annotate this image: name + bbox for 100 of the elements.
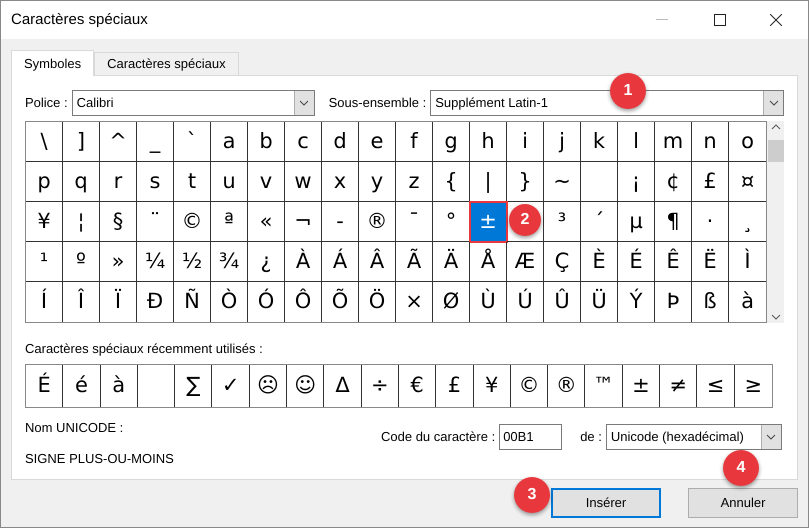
- character-cell[interactable]: i: [507, 122, 544, 162]
- character-cell[interactable]: ·: [692, 202, 729, 242]
- recent-character-cell[interactable]: ÷: [362, 364, 399, 406]
- character-cell[interactable]: É: [618, 242, 655, 282]
- character-cell[interactable]: Í: [26, 282, 63, 322]
- character-cell[interactable]: q: [63, 162, 100, 202]
- character-cell[interactable]: ^: [100, 122, 137, 162]
- character-cell[interactable]: h: [470, 122, 507, 162]
- character-cell[interactable]: j: [544, 122, 581, 162]
- character-cell[interactable]: Ú: [507, 282, 544, 322]
- character-cell[interactable]: ¿: [248, 242, 285, 282]
- scroll-up-icon[interactable]: [770, 124, 780, 130]
- close-icon[interactable]: [770, 14, 782, 26]
- character-cell[interactable]: p: [26, 162, 63, 202]
- character-cell[interactable]: Ï: [100, 282, 137, 322]
- character-cell[interactable]: Â: [359, 242, 396, 282]
- character-cell[interactable]: µ: [618, 202, 655, 242]
- character-cell[interactable]: e: [359, 122, 396, 162]
- character-cell[interactable]: £: [692, 162, 729, 202]
- character-cell[interactable]: \: [26, 122, 63, 162]
- character-cell[interactable]: ]: [63, 122, 100, 162]
- character-cell[interactable]: r: [100, 162, 137, 202]
- character-cell[interactable]: ¸: [729, 202, 766, 242]
- character-cell[interactable]: Õ: [322, 282, 359, 322]
- character-cell[interactable]: ®: [359, 202, 396, 242]
- recent-character-cell[interactable]: ©: [510, 364, 548, 406]
- character-cell[interactable]: Ò: [211, 282, 248, 322]
- dialog-button[interactable]: Insérer: [551, 488, 661, 518]
- character-cell[interactable]: Þ: [655, 282, 692, 322]
- character-cell[interactable]: s: [137, 162, 174, 202]
- character-cell[interactable]: »: [100, 242, 137, 282]
- character-cell[interactable]: ±: [470, 202, 507, 242]
- recent-character-cell[interactable]: €: [398, 364, 436, 406]
- tab[interactable]: Symboles: [11, 50, 94, 76]
- character-cell[interactable]: d: [322, 122, 359, 162]
- character-cell[interactable]: §: [100, 202, 137, 242]
- character-cell[interactable]: ¬: [285, 202, 322, 242]
- character-cell[interactable]: ¨: [137, 202, 174, 242]
- character-cell[interactable]: f: [396, 122, 433, 162]
- character-cell[interactable]: b: [248, 122, 285, 162]
- character-cell[interactable]: `: [174, 122, 211, 162]
- recent-character-cell[interactable]: ∑: [175, 364, 212, 406]
- scrollbar[interactable]: [767, 121, 784, 323]
- character-cell[interactable]: Æ: [507, 242, 544, 282]
- scroll-down-icon[interactable]: [770, 314, 780, 320]
- character-cell[interactable]: Ñ: [174, 282, 211, 322]
- character-cell[interactable]: l: [618, 122, 655, 162]
- character-cell[interactable]: Ø: [433, 282, 470, 322]
- character-cell[interactable]: {: [433, 162, 470, 202]
- recent-character-cell[interactable]: Δ: [324, 364, 362, 406]
- character-cell[interactable]: ³: [544, 202, 581, 242]
- scroll-thumb[interactable]: [768, 140, 784, 162]
- character-cell[interactable]: }: [507, 162, 544, 202]
- character-cell[interactable]: o: [729, 122, 766, 162]
- character-cell[interactable]: Ê: [655, 242, 692, 282]
- character-cell[interactable]: ¡: [618, 162, 655, 202]
- character-cell[interactable]: m: [655, 122, 692, 162]
- recent-character-cell[interactable]: ≤: [697, 364, 735, 406]
- recent-character-cell[interactable]: é: [63, 364, 101, 406]
- character-cell[interactable]: a: [211, 122, 248, 162]
- character-cell[interactable]: n: [692, 122, 729, 162]
- recent-character-cell[interactable]: ☺: [287, 364, 324, 406]
- character-cell[interactable]: v: [248, 162, 285, 202]
- character-cell[interactable]: Á: [322, 242, 359, 282]
- character-cell[interactable]: x: [322, 162, 359, 202]
- character-cell[interactable]: ¤: [729, 162, 766, 202]
- recent-character-cell[interactable]: ✓: [212, 364, 250, 406]
- character-cell[interactable]: ¼: [137, 242, 174, 282]
- character-cell[interactable]: ¾: [211, 242, 248, 282]
- character-cell[interactable]: ¹: [26, 242, 63, 282]
- character-cell[interactable]: È: [581, 242, 618, 282]
- encoding-dropdown[interactable]: Unicode (hexadécimal): [606, 424, 782, 450]
- character-cell[interactable]: Ã: [396, 242, 433, 282]
- recent-character-cell[interactable]: £: [436, 364, 474, 406]
- maximize-icon[interactable]: [714, 14, 726, 26]
- character-cell[interactable]: [581, 162, 618, 202]
- font-dropdown[interactable]: Calibri: [72, 90, 315, 116]
- character-cell[interactable]: Ç: [544, 242, 581, 282]
- character-cell[interactable]: ¦: [63, 202, 100, 242]
- character-cell[interactable]: ß: [692, 282, 729, 322]
- character-cell[interactable]: ¢: [655, 162, 692, 202]
- character-cell[interactable]: Ù: [470, 282, 507, 322]
- recent-character-cell[interactable]: É: [26, 364, 64, 406]
- recent-character-cell[interactable]: ¥: [474, 364, 511, 406]
- character-cell[interactable]: Ü: [581, 282, 618, 322]
- character-cell[interactable]: Ð: [137, 282, 174, 322]
- character-cell[interactable]: z: [396, 162, 433, 202]
- dialog-button[interactable]: Annuler: [688, 488, 798, 518]
- recent-character-cell[interactable]: ☹: [250, 364, 288, 406]
- character-cell[interactable]: Û: [544, 282, 581, 322]
- character-cell[interactable]: ©: [174, 202, 211, 242]
- recent-character-cell[interactable]: à: [100, 364, 138, 406]
- character-cell[interactable]: º: [63, 242, 100, 282]
- character-cell[interactable]: k: [581, 122, 618, 162]
- character-cell[interactable]: ª: [211, 202, 248, 242]
- char-code-field[interactable]: 00B1: [499, 424, 562, 450]
- character-cell[interactable]: w: [285, 162, 322, 202]
- character-cell[interactable]: À: [285, 242, 322, 282]
- character-cell[interactable]: Ý: [618, 282, 655, 322]
- character-cell[interactable]: ½: [174, 242, 211, 282]
